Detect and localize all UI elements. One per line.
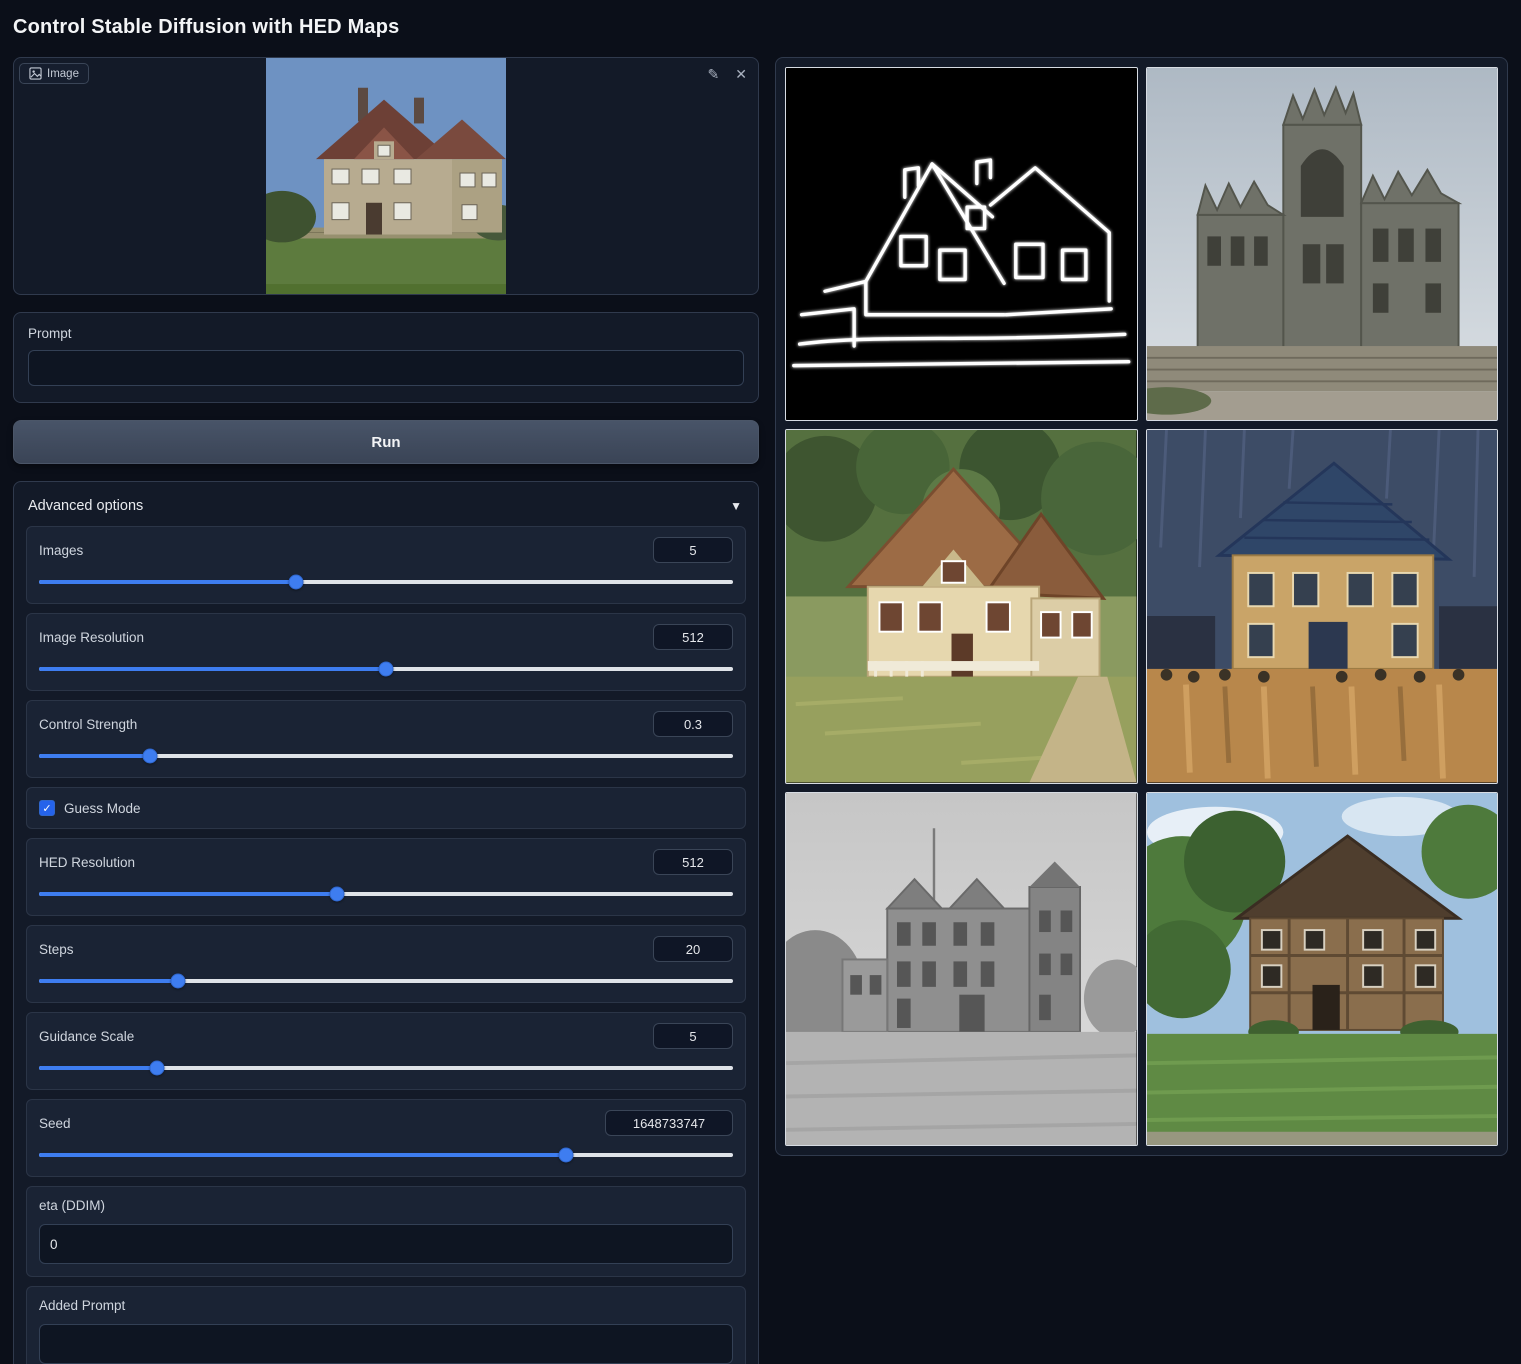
steps-value-input[interactable] bbox=[653, 936, 733, 962]
slider-thumb[interactable] bbox=[288, 575, 303, 590]
image-actions: ✎ ✕ bbox=[705, 64, 750, 84]
slider-fill bbox=[39, 754, 150, 758]
gallery-item-painted-house-trees[interactable] bbox=[785, 429, 1138, 783]
image-icon bbox=[29, 67, 42, 80]
slider-fill bbox=[39, 667, 386, 671]
images-control: Images bbox=[26, 526, 746, 604]
eta-control: eta (DDIM) bbox=[26, 1186, 746, 1277]
edit-image-button[interactable]: ✎ bbox=[705, 64, 723, 84]
image-resolution-control: Image Resolution bbox=[26, 613, 746, 691]
slider-thumb[interactable] bbox=[143, 749, 158, 764]
gallery-item-timber-house-lawn[interactable] bbox=[1146, 792, 1499, 1146]
uploaded-image[interactable] bbox=[266, 58, 506, 294]
slider-thumb[interactable] bbox=[330, 887, 345, 902]
prompt-label: Prompt bbox=[28, 326, 744, 341]
image-resolution-value-input[interactable] bbox=[653, 624, 733, 650]
gallery-item-painted-house-rain[interactable] bbox=[1146, 429, 1499, 783]
image-label: Image bbox=[47, 68, 79, 80]
images-value-input[interactable] bbox=[653, 537, 733, 563]
image-resolution-slider[interactable] bbox=[39, 660, 733, 678]
eta-label: eta (DDIM) bbox=[39, 1198, 105, 1213]
grayscale-building-image bbox=[786, 793, 1137, 1145]
slider-fill bbox=[39, 979, 178, 983]
control-strength-slider[interactable] bbox=[39, 747, 733, 765]
slider-thumb[interactable] bbox=[559, 1148, 574, 1163]
painted-house-trees-image bbox=[786, 430, 1137, 782]
control-strength-label: Control Strength bbox=[39, 717, 137, 732]
steps-slider[interactable] bbox=[39, 972, 733, 990]
gallery-item-stone-cathedral[interactable] bbox=[1146, 67, 1499, 421]
advanced-options-panel: Advanced options ▼ Images bbox=[13, 481, 759, 1364]
control-strength-control: Control Strength bbox=[26, 700, 746, 778]
stone-cathedral-image bbox=[1147, 68, 1498, 420]
guidance-scale-control: Guidance Scale bbox=[26, 1012, 746, 1090]
slider-thumb[interactable] bbox=[379, 662, 394, 677]
added-prompt-control: Added Prompt bbox=[26, 1286, 746, 1364]
guidance-scale-label: Guidance Scale bbox=[39, 1029, 134, 1044]
painted-house-rain-image bbox=[1147, 430, 1498, 782]
hed-resolution-value-input[interactable] bbox=[653, 849, 733, 875]
prompt-input[interactable] bbox=[28, 350, 744, 386]
images-slider[interactable] bbox=[39, 573, 733, 591]
slider-thumb[interactable] bbox=[149, 1061, 164, 1076]
added-prompt-input[interactable] bbox=[39, 1324, 733, 1364]
advanced-options-label: Advanced options bbox=[28, 498, 143, 514]
check-icon: ✓ bbox=[42, 802, 51, 815]
slider-thumb[interactable] bbox=[170, 974, 185, 989]
run-button[interactable]: Run bbox=[13, 420, 759, 464]
hed-edge-map-image bbox=[786, 68, 1137, 420]
seed-value-input[interactable] bbox=[605, 1110, 733, 1136]
slider-fill bbox=[39, 580, 296, 584]
guidance-scale-value-input[interactable] bbox=[653, 1023, 733, 1049]
slider-fill bbox=[39, 1153, 566, 1157]
guess-mode-label: Guess Mode bbox=[64, 801, 141, 816]
image-resolution-label: Image Resolution bbox=[39, 630, 144, 645]
guidance-scale-slider[interactable] bbox=[39, 1059, 733, 1077]
slider-fill bbox=[39, 892, 337, 896]
seed-slider[interactable] bbox=[39, 1146, 733, 1164]
controls-column: Image ✎ ✕ bbox=[13, 57, 759, 1364]
image-label-chip: Image bbox=[19, 63, 89, 84]
page-title: Control Stable Diffusion with HED Maps bbox=[13, 16, 1508, 39]
guess-mode-row[interactable]: ✓ Guess Mode bbox=[26, 787, 746, 829]
images-label: Images bbox=[39, 543, 83, 558]
hed-resolution-control: HED Resolution bbox=[26, 838, 746, 916]
clear-image-button[interactable]: ✕ bbox=[732, 64, 750, 84]
gallery-item-grayscale-building[interactable] bbox=[785, 792, 1138, 1146]
steps-control: Steps bbox=[26, 925, 746, 1003]
eta-input[interactable] bbox=[39, 1224, 733, 1264]
collapse-icon: ▼ bbox=[730, 499, 742, 513]
control-strength-value-input[interactable] bbox=[653, 711, 733, 737]
gallery-item-hed-edge-map[interactable] bbox=[785, 67, 1138, 421]
hed-resolution-label: HED Resolution bbox=[39, 855, 135, 870]
guess-mode-checkbox[interactable]: ✓ bbox=[39, 800, 55, 816]
slider-fill bbox=[39, 1066, 157, 1070]
advanced-options-header[interactable]: Advanced options ▼ bbox=[26, 494, 746, 526]
added-prompt-label: Added Prompt bbox=[39, 1298, 125, 1313]
source-house-photo bbox=[266, 58, 506, 294]
app: Control Stable Diffusion with HED Maps I… bbox=[0, 0, 1521, 1364]
seed-label: Seed bbox=[39, 1116, 71, 1131]
seed-control: Seed bbox=[26, 1099, 746, 1177]
image-input-panel[interactable]: Image ✎ ✕ bbox=[13, 57, 759, 295]
hed-resolution-slider[interactable] bbox=[39, 885, 733, 903]
steps-label: Steps bbox=[39, 942, 74, 957]
output-gallery bbox=[775, 57, 1508, 1156]
prompt-panel: Prompt bbox=[13, 312, 759, 403]
timber-house-lawn-image bbox=[1147, 793, 1498, 1145]
